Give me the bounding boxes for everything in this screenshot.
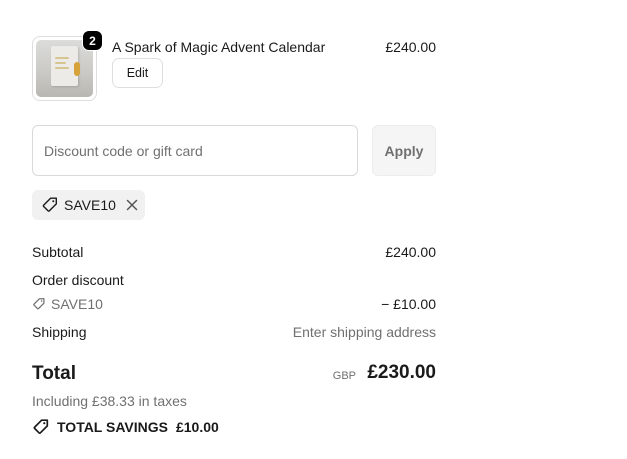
taxes-note: Including £38.33 in taxes — [32, 393, 187, 409]
subtotal-value: £240.00 — [385, 244, 436, 260]
discount-code-input[interactable] — [32, 125, 358, 176]
product-title: A Spark of Magic Advent Calendar — [112, 39, 326, 55]
discount-amount: − £10.00 — [381, 296, 436, 312]
total-amount: £230.00 — [367, 362, 436, 383]
edit-button[interactable]: Edit — [112, 58, 163, 88]
line-item: 2 A Spark of Magic Advent Calendar £240.… — [32, 30, 436, 102]
shipping-label: Shipping — [32, 324, 87, 340]
total-currency: GBP — [332, 370, 356, 382]
apply-discount-button[interactable]: Apply — [372, 125, 436, 176]
tag-icon — [41, 196, 59, 214]
applied-discount-code: SAVE10 — [64, 197, 116, 213]
total-label: Total — [32, 363, 76, 384]
discount-code-text: SAVE10 — [51, 296, 103, 312]
shipping-row: Shipping Enter shipping address — [32, 324, 436, 342]
discount-code-row: SAVE10 − £10.00 — [32, 296, 436, 314]
total-savings: TOTAL SAVINGS £10.00 — [32, 418, 219, 436]
discount-code-line: SAVE10 — [32, 296, 103, 312]
total-row: Total GBP £230.00 — [32, 362, 436, 386]
quantity-badge: 2 — [82, 30, 103, 51]
box-print-line — [55, 62, 66, 64]
order-summary: 2 A Spark of Magic Advent Calendar £240.… — [32, 0, 436, 459]
subtotal-label: Subtotal — [32, 244, 84, 260]
shipping-value: Enter shipping address — [292, 324, 436, 340]
order-discount-row: Order discount — [32, 272, 436, 290]
tag-icon — [33, 298, 45, 310]
total-savings-amount: £10.00 — [175, 419, 219, 435]
golden-key-icon — [74, 62, 80, 76]
subtotal-row: Subtotal £240.00 — [32, 244, 436, 262]
box-print-line — [55, 67, 69, 69]
order-discount-label: Order discount — [32, 272, 124, 288]
applied-discount-chip: SAVE10 — [32, 190, 145, 220]
box-print-line — [55, 57, 69, 59]
product-price: £240.00 — [385, 39, 436, 55]
total-savings-label: TOTAL SAVINGS — [57, 419, 168, 435]
remove-discount-close-icon[interactable] — [124, 197, 140, 213]
tag-icon — [32, 418, 50, 436]
